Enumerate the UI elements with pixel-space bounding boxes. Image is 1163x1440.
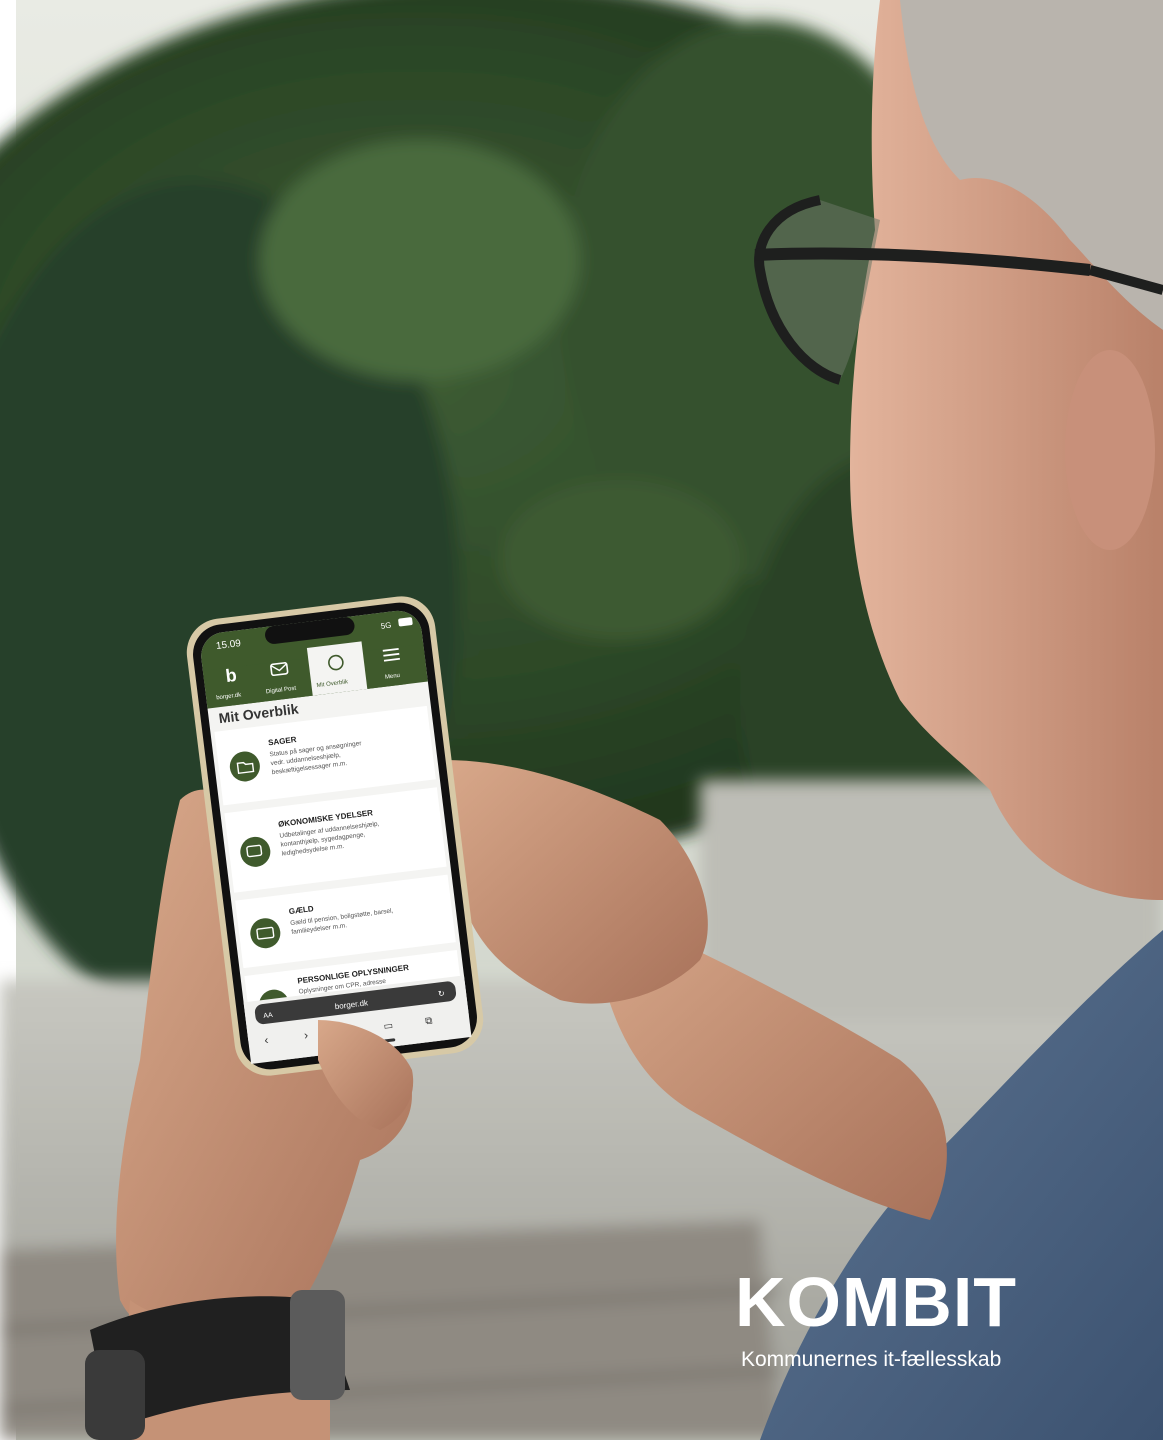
tabs-icon[interactable]: ⧉: [425, 1016, 433, 1028]
logo-wordmark: KOMBIT: [735, 1263, 1018, 1341]
text-size-button[interactable]: AA: [263, 1012, 273, 1020]
bookmarks-icon[interactable]: ▭: [383, 1020, 394, 1032]
logo-tagline: Kommunernes it-fællesskab: [741, 1348, 1002, 1371]
photo-scene: 15.09 5G b borger.dk Digital Post Mit Ov…: [0, 0, 1163, 1440]
kombit-logo: KOMBIT Kommunernes it-fællesskab: [735, 1262, 1065, 1382]
status-network: 5G: [380, 621, 392, 631]
reload-icon[interactable]: ↻: [437, 989, 445, 999]
